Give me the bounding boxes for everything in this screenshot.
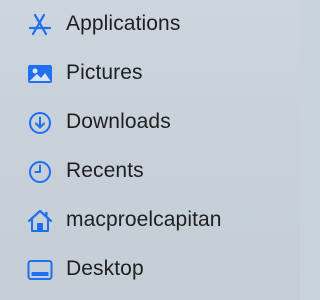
pictures-icon — [26, 61, 54, 87]
downloads-icon — [26, 110, 54, 136]
finder-sidebar: Applications Pictures Downloads Recents … — [0, 0, 300, 300]
sidebar-item-downloads[interactable]: Downloads — [0, 100, 300, 144]
sidebar-item-label: Pictures — [66, 61, 143, 84]
sidebar-item-label: Recents — [66, 159, 144, 182]
sidebar-item-label: macproelcapitan — [66, 208, 222, 231]
sidebar-item-label: Downloads — [66, 110, 171, 133]
sidebar-item-pictures[interactable]: Pictures — [0, 51, 300, 95]
sidebar-item-desktop[interactable]: Desktop — [0, 247, 300, 291]
applications-icon — [26, 12, 54, 38]
sidebar-item-home[interactable]: macproelcapitan — [0, 198, 300, 242]
recents-icon — [26, 159, 54, 185]
desktop-icon — [26, 257, 54, 283]
home-icon — [26, 208, 54, 234]
sidebar-item-label: Applications — [66, 12, 181, 35]
sidebar-item-recents[interactable]: Recents — [0, 149, 300, 193]
sidebar-item-applications[interactable]: Applications — [0, 2, 300, 46]
sidebar-item-label: Desktop — [66, 257, 144, 280]
